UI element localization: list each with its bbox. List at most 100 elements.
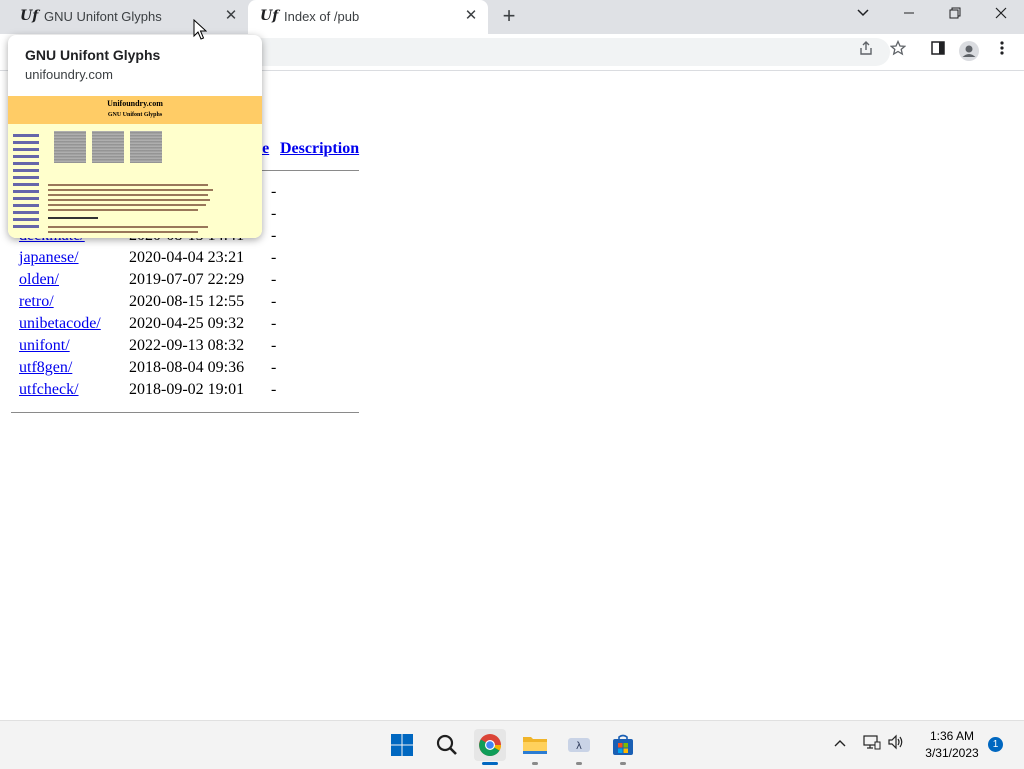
- close-tab-icon[interactable]: ✕: [222, 7, 240, 25]
- close-icon: [995, 7, 1007, 19]
- taskbar: λ 1:36 AM 3/31/2023 1: [0, 720, 1024, 769]
- row-size: -: [271, 227, 277, 244]
- row-date: 2018-09-02 19:01: [129, 381, 245, 398]
- bookmark-star-icon[interactable]: [886, 39, 910, 64]
- more-menu-icon[interactable]: [990, 40, 1014, 64]
- preview-nav-line: [13, 183, 39, 186]
- preview-nav-line: [13, 134, 39, 137]
- tab-hover-card: GNU Unifont Glyphs unifoundry.com Unifou…: [8, 35, 262, 238]
- terminal-app-icon: λ: [568, 738, 590, 752]
- app-taskbar-button[interactable]: λ: [563, 729, 595, 761]
- preview-subtitle: GNU Unifont Glyphs: [107, 112, 163, 118]
- row-date: 2019-07-07 22:29: [129, 271, 245, 288]
- row-link[interactable]: utfcheck/: [19, 381, 79, 399]
- preview-text-line: [48, 194, 208, 196]
- table-row: retro/ 2020-08-15 12:55 -: [0, 293, 400, 315]
- hover-card-domain: unifoundry.com: [25, 67, 113, 82]
- preview-nav-line: [13, 176, 39, 179]
- preview-nav-line: [13, 169, 39, 172]
- microsoft-store-button[interactable]: [607, 729, 639, 761]
- preview-glyph-image: [130, 131, 162, 163]
- clock-date[interactable]: 3/31/2023: [918, 746, 986, 760]
- preview-text-line: [48, 226, 208, 228]
- running-app-indicator: [576, 762, 582, 765]
- row-size: -: [271, 183, 277, 200]
- preview-text-line: [48, 204, 206, 206]
- unifont-favicon-icon: Uf: [20, 8, 39, 24]
- running-app-indicator: [532, 762, 538, 765]
- preview-text-line: [48, 209, 198, 211]
- search-icon: [436, 734, 457, 755]
- volume-icon[interactable]: [885, 734, 907, 756]
- preview-text-line: [48, 189, 213, 191]
- close-window-button[interactable]: [978, 0, 1024, 32]
- row-size: -: [271, 359, 277, 376]
- chrome-taskbar-button[interactable]: [474, 729, 506, 761]
- minimize-button[interactable]: [886, 0, 932, 32]
- preview-nav-line: [13, 211, 39, 214]
- running-app-indicator: [620, 762, 626, 765]
- tab-index-of-pub[interactable]: Uf Index of /pub ✕: [248, 0, 488, 34]
- preview-site-name: Unifoundry.com: [107, 99, 163, 108]
- preview-nav-line: [13, 218, 39, 221]
- file-explorer-button[interactable]: [519, 729, 551, 761]
- column-description-link[interactable]: Description: [280, 140, 359, 158]
- row-size: -: [271, 249, 277, 266]
- preview-text-line: [48, 231, 198, 233]
- row-size: -: [271, 315, 277, 332]
- share-icon[interactable]: [854, 40, 878, 64]
- chrome-icon: [479, 734, 501, 756]
- table-row: japanese/ 2020-04-04 23:21 -: [0, 249, 400, 271]
- footer-divider: [11, 412, 359, 413]
- tab-gnu-unifont-glyphs[interactable]: Uf GNU Unifont Glyphs ✕: [8, 0, 248, 34]
- chevron-down-icon: [857, 9, 869, 17]
- row-size: -: [271, 337, 277, 354]
- row-size: -: [271, 381, 277, 398]
- tab-strip: Uf GNU Unifont Glyphs ✕ Uf Index of /pub…: [0, 0, 1024, 34]
- folder-icon: [523, 737, 547, 754]
- table-row: unibetacode/ 2020-04-25 09:32 -: [0, 315, 400, 337]
- preview-text-line: [48, 217, 98, 219]
- mouse-pointer-icon: [193, 19, 207, 40]
- preview-glyph-image: [54, 131, 86, 163]
- preview-nav-line: [13, 197, 39, 200]
- row-link[interactable]: retro/: [19, 293, 54, 311]
- preview-nav-line: [13, 190, 39, 193]
- preview-glyph-image: [92, 131, 124, 163]
- close-tab-icon[interactable]: ✕: [462, 7, 480, 25]
- preview-nav-line: [13, 204, 39, 207]
- table-row: utf8gen/ 2018-08-04 09:36 -: [0, 359, 400, 381]
- clock-time[interactable]: 1:36 AM: [920, 729, 984, 743]
- restore-button[interactable]: [932, 0, 978, 32]
- search-button[interactable]: [431, 729, 463, 761]
- table-row: unifont/ 2022-09-13 08:32 -: [0, 337, 400, 359]
- row-link[interactable]: olden/: [19, 271, 59, 289]
- row-link[interactable]: unibetacode/: [19, 315, 101, 333]
- notification-badge[interactable]: 1: [988, 737, 1003, 752]
- show-hidden-icons-chevron-up-icon[interactable]: [829, 734, 851, 756]
- network-icon[interactable]: [861, 734, 883, 756]
- side-panel-icon[interactable]: [926, 40, 950, 64]
- tab-title: Index of /pub: [284, 9, 360, 24]
- minimize-icon: [904, 12, 914, 14]
- row-size: -: [271, 205, 277, 222]
- preview-text-line: [48, 199, 210, 201]
- table-row: olden/ 2019-07-07 22:29 -: [0, 271, 400, 293]
- preview-text-line: [48, 184, 208, 186]
- tab-search-button[interactable]: [840, 0, 886, 32]
- start-button[interactable]: [386, 729, 418, 761]
- table-row: utfcheck/ 2018-09-02 19:01 -: [0, 381, 400, 403]
- row-link[interactable]: unifont/: [19, 337, 70, 355]
- windows-logo-icon: [391, 734, 413, 756]
- hover-card-title: GNU Unifont Glyphs: [25, 47, 161, 63]
- preview-header: Unifoundry.com GNU Unifont Glyphs: [8, 96, 262, 124]
- preview-nav-line: [13, 141, 39, 144]
- profile-avatar-icon[interactable]: [957, 40, 981, 64]
- active-app-indicator: [482, 762, 498, 765]
- restore-icon: [949, 7, 961, 19]
- store-icon: [613, 734, 633, 755]
- new-tab-button[interactable]: +: [497, 4, 521, 28]
- row-link[interactable]: utf8gen/: [19, 359, 72, 377]
- row-size: -: [271, 293, 277, 310]
- row-link[interactable]: japanese/: [19, 249, 79, 267]
